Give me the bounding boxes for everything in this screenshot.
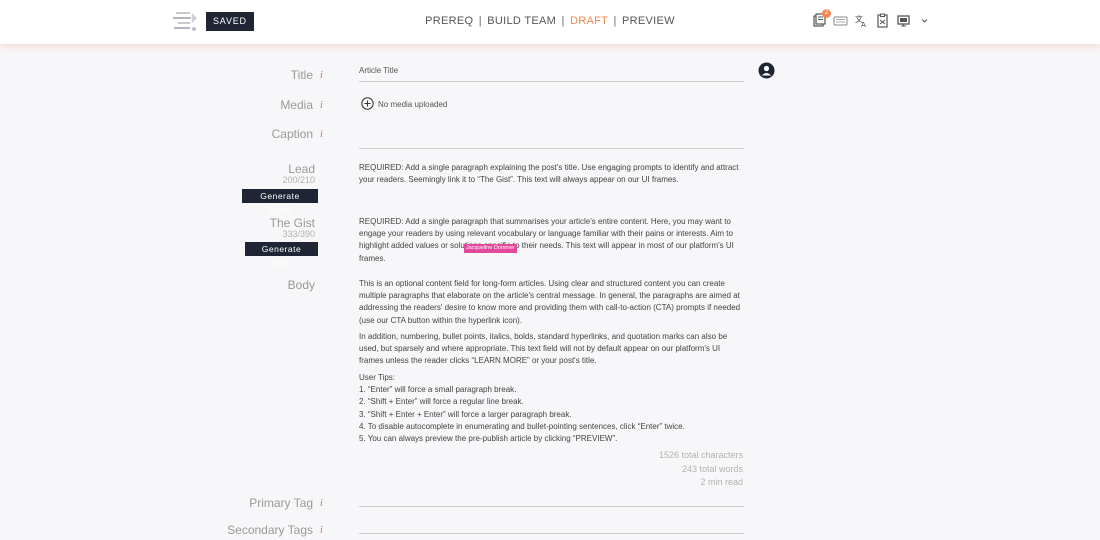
workflow-nav: PREREQ | BUILD TEAM | DRAFT | PREVIEW [0,15,1100,27]
user-tip-item: 5. You can always preview the pre-publis… [359,434,618,444]
media-info-icon[interactable]: i [320,100,323,111]
nav-preview[interactable]: PREVIEW [622,15,675,27]
lead-text[interactable]: REQUIRED: Add a single paragraph explain… [359,162,744,186]
toolbar-icons: 2 文A [812,9,932,29]
body-paragraph-1[interactable]: This is an optional content field for lo… [359,278,744,327]
total-characters: 1526 total characters [658,450,743,460]
primary-tag-label: Primary Tag [249,496,313,510]
generate-gist-button[interactable]: Generate Gist [245,242,318,268]
media-status: No media uploaded [378,100,448,109]
generate-lead-button[interactable]: Generate Lead [242,189,318,215]
nav-build-team[interactable]: BUILD TEAM [487,15,556,27]
nav-separator: | [613,15,617,27]
user-tips-title: User Tips: [359,373,396,382]
user-tip-item: 2. “Shift + Enter” will force a regular … [359,397,524,407]
chevron-down-icon[interactable] [917,13,932,28]
caption-label: Caption [271,127,313,141]
user-tips[interactable]: User Tips: 1. “Enter” will force a small… [359,372,744,445]
title-underline [359,81,744,82]
nav-separator: | [561,15,565,27]
gist-text[interactable]: REQUIRED: Add a single paragraph that su… [359,216,744,265]
body-stats: 1526 total characters 243 total words 2 … [659,449,743,490]
lead-label: Lead [288,162,315,176]
primary-tag-underline[interactable] [359,506,744,507]
primary-tag-info-icon[interactable]: i [320,498,323,509]
gist-counter: 333/390 [282,229,315,239]
secondary-tags-label: Secondary Tags [227,523,313,537]
clipboard-icon[interactable] [875,13,890,28]
nav-draft[interactable]: DRAFT [570,15,608,27]
nav-separator: | [478,15,482,27]
title-info-icon[interactable]: i [320,70,323,81]
title-label: Title [290,68,313,82]
add-media-icon[interactable] [361,97,374,110]
read-time: 2 min read [700,477,743,487]
body-label: Body [287,278,315,292]
title-input[interactable]: Article Title [359,66,398,75]
user-tip-item: 4. To disable autocomplete in enumeratin… [359,421,685,431]
translate-icon[interactable]: 文A [854,13,869,29]
monitor-icon[interactable] [896,13,911,28]
body-paragraph-2[interactable]: In addition, numbering, bullet points, i… [359,331,744,368]
nav-prereq[interactable]: PREREQ [425,15,473,27]
media-label: Media [280,98,313,112]
svg-text:A: A [861,21,866,28]
articles-icon[interactable]: 2 [812,9,831,28]
total-words: 243 total words [681,463,743,474]
keyboard-icon[interactable] [833,13,848,28]
collaborator-cursor-tag: Jacqueline Dommer [464,244,517,253]
notification-count: 2 [822,9,831,18]
top-bar: SAVED PREREQ | BUILD TEAM | DRAFT | PREV… [0,0,1100,44]
lead-counter: 200/210 [282,175,315,185]
gist-label: The Gist [269,216,315,230]
secondary-tags-underline[interactable] [359,533,744,534]
caption-info-icon[interactable]: i [320,129,323,140]
secondary-tags-info-icon[interactable]: i [320,525,323,536]
article-form: Title i Article Title Media i No media u… [0,44,1100,540]
user-tip-item: 1. “Enter” will force a small paragraph … [359,385,517,395]
caption-underline[interactable] [359,148,744,149]
user-tip-item: 3. “Shift + Enter + Enter” will force a … [359,409,572,419]
author-avatar-icon[interactable] [758,62,775,79]
